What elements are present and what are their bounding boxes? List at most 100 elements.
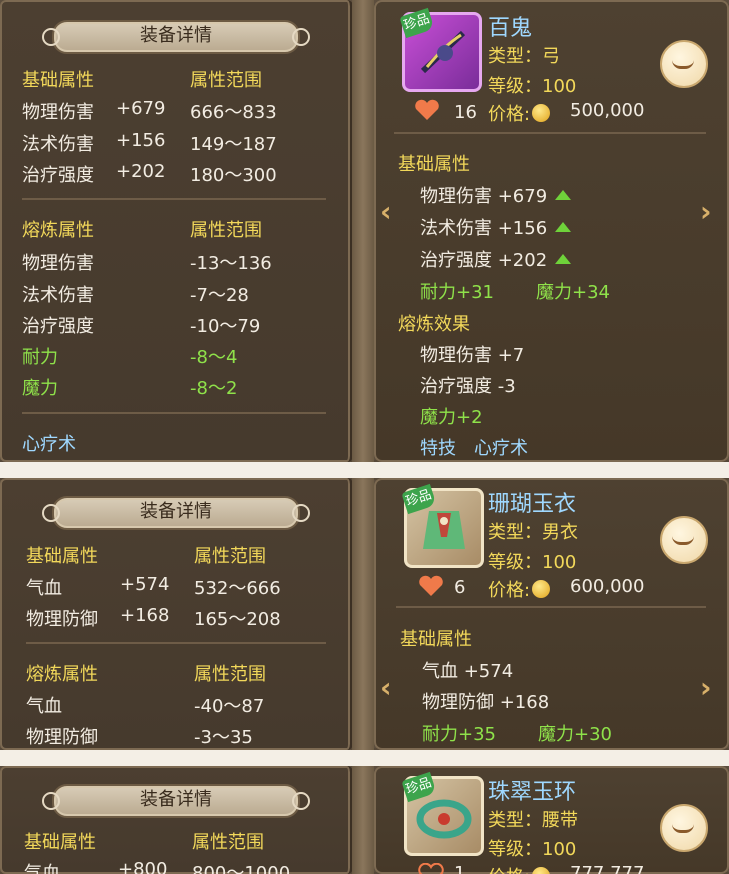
smelt-stat: 物理伤害 +7: [420, 345, 525, 366]
stat-range: 800～1000: [192, 863, 291, 874]
stat-name: 法术伤害: [22, 134, 94, 155]
detail-banner: 装备详情: [42, 784, 310, 818]
stat-value: +156: [116, 130, 166, 151]
base-stat-text: 治疗强度 +202: [420, 250, 548, 271]
item-type: 类型：弓: [488, 46, 560, 67]
price-label: 价格:: [488, 576, 552, 602]
stat-range: 165～208: [194, 609, 281, 630]
panel-gap: [352, 766, 374, 874]
stat-name: 物理伤害: [22, 102, 94, 123]
green-stat: 耐力+35: [422, 724, 496, 745]
smelt-green-stat: 魔力+2: [420, 407, 483, 428]
stat-range: 149～187: [190, 134, 277, 155]
item-name: 百鬼: [488, 16, 533, 41]
heart-icon[interactable]: [418, 575, 444, 597]
item-icon[interactable]: 珍品: [399, 7, 482, 92]
up-arrow-icon: [555, 190, 572, 200]
price-label: 价格:: [488, 863, 552, 874]
green-stat: 耐力+31: [420, 282, 494, 303]
skill-name: 心疗术: [22, 434, 76, 455]
smelt-stat: 治疗强度 -3: [420, 376, 516, 397]
base-stat: 治疗强度 +202: [420, 246, 572, 272]
panel-gap: [352, 0, 374, 462]
item-name: 珠翠玉环: [488, 780, 577, 805]
smelt-effect-header: 熔炼效果: [398, 314, 470, 335]
skill-name: 心疗术: [474, 438, 528, 459]
equipment-card-3: 装备详情 基础属性 属性范围 气血 +800 800～1000 珍品 珠翠玉环 …: [0, 766, 729, 874]
item-name: 珊瑚玉衣: [488, 492, 577, 517]
range-header: 属性范围: [190, 220, 262, 241]
smelt-name: 气血: [26, 696, 62, 717]
smelt-range: -13～136: [190, 253, 272, 274]
base-stat: 气血 +574: [422, 661, 514, 682]
skill-label: 特技: [420, 438, 456, 459]
stat-value: +800: [118, 859, 168, 874]
base-attr-header: 基础属性: [22, 70, 94, 91]
range-header: 属性范围: [192, 832, 264, 853]
divider: [22, 412, 326, 414]
up-arrow-icon: [555, 254, 572, 264]
detail-banner: 装备详情: [42, 20, 310, 54]
price-label-text: 价格:: [488, 104, 531, 125]
green-stat: 魔力+30: [538, 724, 612, 745]
heart-icon[interactable]: [418, 863, 444, 874]
smelt-attr-header: 熔炼属性: [22, 220, 94, 241]
item-type: 类型：男衣: [488, 522, 578, 543]
item-icon[interactable]: 珍品: [401, 483, 484, 568]
panel-gap: [352, 478, 374, 750]
smelt-range: -3～35: [194, 727, 253, 748]
smelt-name: 治疗强度: [22, 316, 94, 337]
range-header: 属性范围: [190, 70, 262, 91]
eye-closed-icon[interactable]: [660, 516, 708, 564]
base-stat: 物理防御 +168: [422, 692, 550, 713]
up-arrow-icon: [555, 222, 572, 232]
range-header: 属性范围: [194, 664, 266, 685]
smelt-range: -8～2: [190, 378, 238, 399]
detail-panel: 装备详情 基础属性 属性范围 气血 +800 800～1000: [0, 766, 353, 874]
stat-range: 666～833: [190, 102, 277, 123]
divider: [26, 642, 326, 644]
base-stat: 物理伤害 +679: [420, 182, 572, 208]
divider: [396, 606, 706, 608]
like-count: 16: [454, 102, 477, 123]
base-stat-text: 物理伤害 +679: [420, 186, 548, 207]
equipment-card-1: 装备详情 基础属性 属性范围 物理伤害 +679 666～833 法术伤害 +1…: [0, 0, 729, 462]
stat-value: +168: [120, 605, 170, 626]
equipment-card-2: 装备详情 基础属性 属性范围 气血 +574 532～666 物理防御 +168…: [0, 478, 729, 750]
smelt-name: 魔力: [22, 378, 58, 399]
base-attr-header: 基础属性: [398, 154, 470, 175]
chevron-left-icon[interactable]: ‹: [380, 674, 398, 702]
stat-name: 气血: [24, 863, 60, 874]
chevron-left-icon[interactable]: ‹: [380, 198, 398, 226]
heart-icon[interactable]: [414, 99, 440, 121]
coin-icon: [532, 104, 551, 122]
eye-closed-icon[interactable]: [660, 40, 708, 88]
detail-panel: 装备详情 基础属性 属性范围 气血 +574 532～666 物理防御 +168…: [0, 478, 353, 750]
chevron-right-icon[interactable]: ›: [700, 198, 718, 226]
smelt-name: 物理防御: [26, 727, 98, 748]
eye-closed-icon[interactable]: [660, 804, 708, 852]
like-count: 1: [454, 863, 466, 874]
smelt-name: 法术伤害: [22, 285, 94, 306]
price-value: 500,000: [570, 100, 645, 121]
stat-value: +574: [120, 574, 170, 595]
smelt-range: -7～28: [190, 285, 249, 306]
price-value: 600,000: [570, 576, 645, 597]
item-type: 类型：腰带: [488, 810, 578, 831]
item-panel: 珍品 百鬼 类型：弓 等级：100 16 价格: 500,000 ‹ › 基础属…: [374, 0, 729, 462]
item-panel: 珍品 珠翠玉环 类型：腰带 等级：100 1 价格: 777,777: [374, 766, 729, 874]
stat-name: 治疗强度: [22, 165, 94, 186]
stat-value: +202: [116, 161, 166, 182]
item-level: 等级：100: [488, 839, 577, 860]
stat-range: 532～666: [194, 578, 281, 599]
item-level: 等级：100: [488, 76, 577, 97]
smelt-range: -10～79: [190, 316, 261, 337]
base-attr-header: 基础属性: [400, 629, 472, 650]
coin-icon: [532, 580, 551, 598]
chevron-right-icon[interactable]: ›: [700, 674, 718, 702]
base-attr-header: 基础属性: [24, 832, 96, 853]
separator: [0, 462, 729, 478]
item-icon[interactable]: 珍品: [401, 771, 484, 856]
coin-icon: [532, 867, 551, 874]
smelt-range: -8～4: [190, 347, 238, 368]
